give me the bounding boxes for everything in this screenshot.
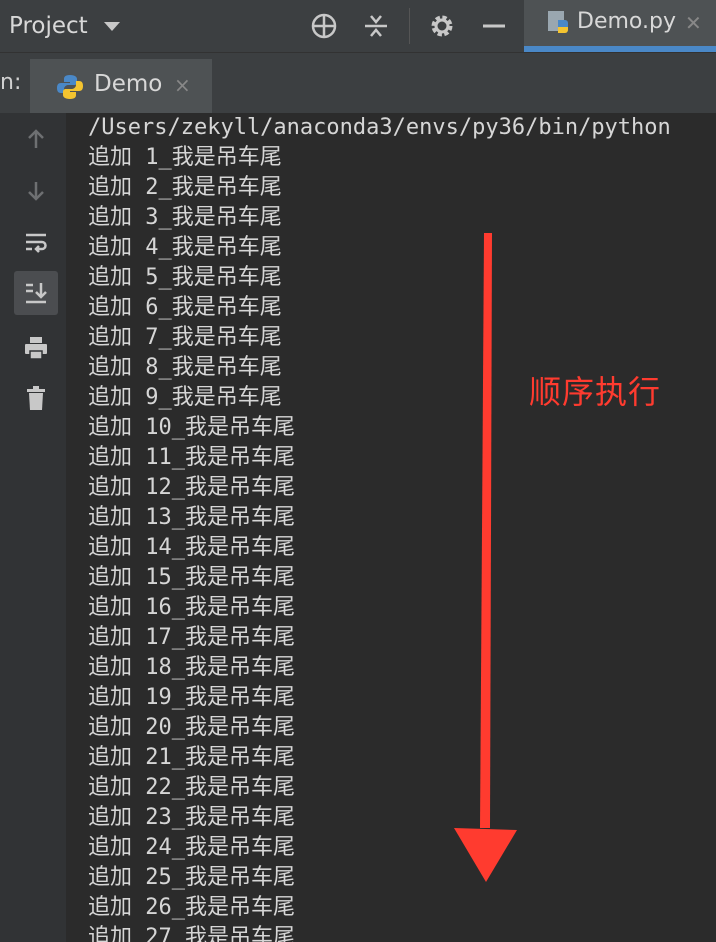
- scroll-to-end-icon[interactable]: [14, 271, 58, 315]
- minimize-icon[interactable]: [480, 12, 508, 40]
- collapse-icon[interactable]: [362, 12, 390, 40]
- chevron-down-icon: [103, 21, 120, 31]
- crosshair-icon[interactable]: [310, 12, 338, 40]
- console-line: 追加 25_我是吊车尾: [88, 865, 295, 890]
- console-line: 追加 1_我是吊车尾: [88, 145, 282, 170]
- console-line: 追加 27_我是吊车尾: [88, 925, 295, 942]
- python-icon: [56, 73, 84, 105]
- console-line: 追加 5_我是吊车尾: [88, 265, 282, 290]
- console-line: 追加 6_我是吊车尾: [88, 295, 282, 320]
- console-line: 追加 7_我是吊车尾: [88, 325, 282, 350]
- console-line: 追加 15_我是吊车尾: [88, 565, 295, 590]
- annotation-text: 顺序执行: [529, 373, 662, 411]
- console-output[interactable]: /Users/zekyll/anaconda3/envs/py36/bin/py…: [66, 113, 716, 942]
- console-line: 追加 10_我是吊车尾: [88, 415, 295, 440]
- console-line: 追加 12_我是吊车尾: [88, 475, 295, 500]
- console-line: 追加 23_我是吊车尾: [88, 805, 295, 830]
- close-icon[interactable]: ×: [174, 73, 191, 97]
- console-command-line: /Users/zekyll/anaconda3/envs/py36/bin/py…: [88, 115, 671, 140]
- run-panel-label: n:: [0, 70, 22, 95]
- print-icon[interactable]: [14, 326, 58, 370]
- console-line: 追加 13_我是吊车尾: [88, 505, 295, 530]
- close-icon[interactable]: ✕: [685, 11, 702, 35]
- soft-wrap-icon[interactable]: [14, 221, 58, 265]
- console-line: 追加 16_我是吊车尾: [88, 595, 295, 620]
- top-toolbar: Project Demo.py ✕: [0, 0, 716, 52]
- console-line: 追加 19_我是吊车尾: [88, 685, 295, 710]
- run-tab-demo[interactable]: Demo ×: [30, 59, 212, 113]
- console-line: 追加 22_我是吊车尾: [88, 775, 295, 800]
- console-line: 追加 9_我是吊车尾: [88, 385, 282, 410]
- console-line: 追加 17_我是吊车尾: [88, 625, 295, 650]
- console-line: 追加 4_我是吊车尾: [88, 235, 282, 260]
- python-file-icon: [546, 10, 572, 40]
- arrow-up-icon[interactable]: [14, 117, 58, 161]
- console-line: 追加 3_我是吊车尾: [88, 205, 282, 230]
- red-arrow-annotation: [454, 233, 517, 882]
- console-line: 追加 2_我是吊车尾: [88, 175, 282, 200]
- console-line: 追加 24_我是吊车尾: [88, 835, 295, 860]
- project-selector[interactable]: Project: [9, 10, 120, 42]
- run-tab-label: Demo: [94, 71, 163, 97]
- console-line: 追加 18_我是吊车尾: [88, 655, 295, 680]
- trash-icon[interactable]: [14, 376, 58, 420]
- editor-tab-label: Demo.py: [577, 9, 676, 34]
- console-line: 追加 14_我是吊车尾: [88, 535, 295, 560]
- console-line: 追加 8_我是吊车尾: [88, 355, 282, 380]
- gear-icon[interactable]: [428, 12, 456, 40]
- project-label: Project: [9, 13, 88, 39]
- arrow-down-icon[interactable]: [14, 169, 58, 213]
- console-line: 追加 20_我是吊车尾: [88, 715, 295, 740]
- editor-tab-demo-py[interactable]: Demo.py ✕: [524, 0, 716, 52]
- console-line: 追加 26_我是吊车尾: [88, 895, 295, 920]
- toolbar-divider: [409, 8, 410, 44]
- console-line: 追加 21_我是吊车尾: [88, 745, 295, 770]
- run-panel-header: n: Demo ×: [0, 52, 716, 114]
- console-line: 追加 11_我是吊车尾: [88, 445, 295, 470]
- console-toolbar: [0, 113, 66, 942]
